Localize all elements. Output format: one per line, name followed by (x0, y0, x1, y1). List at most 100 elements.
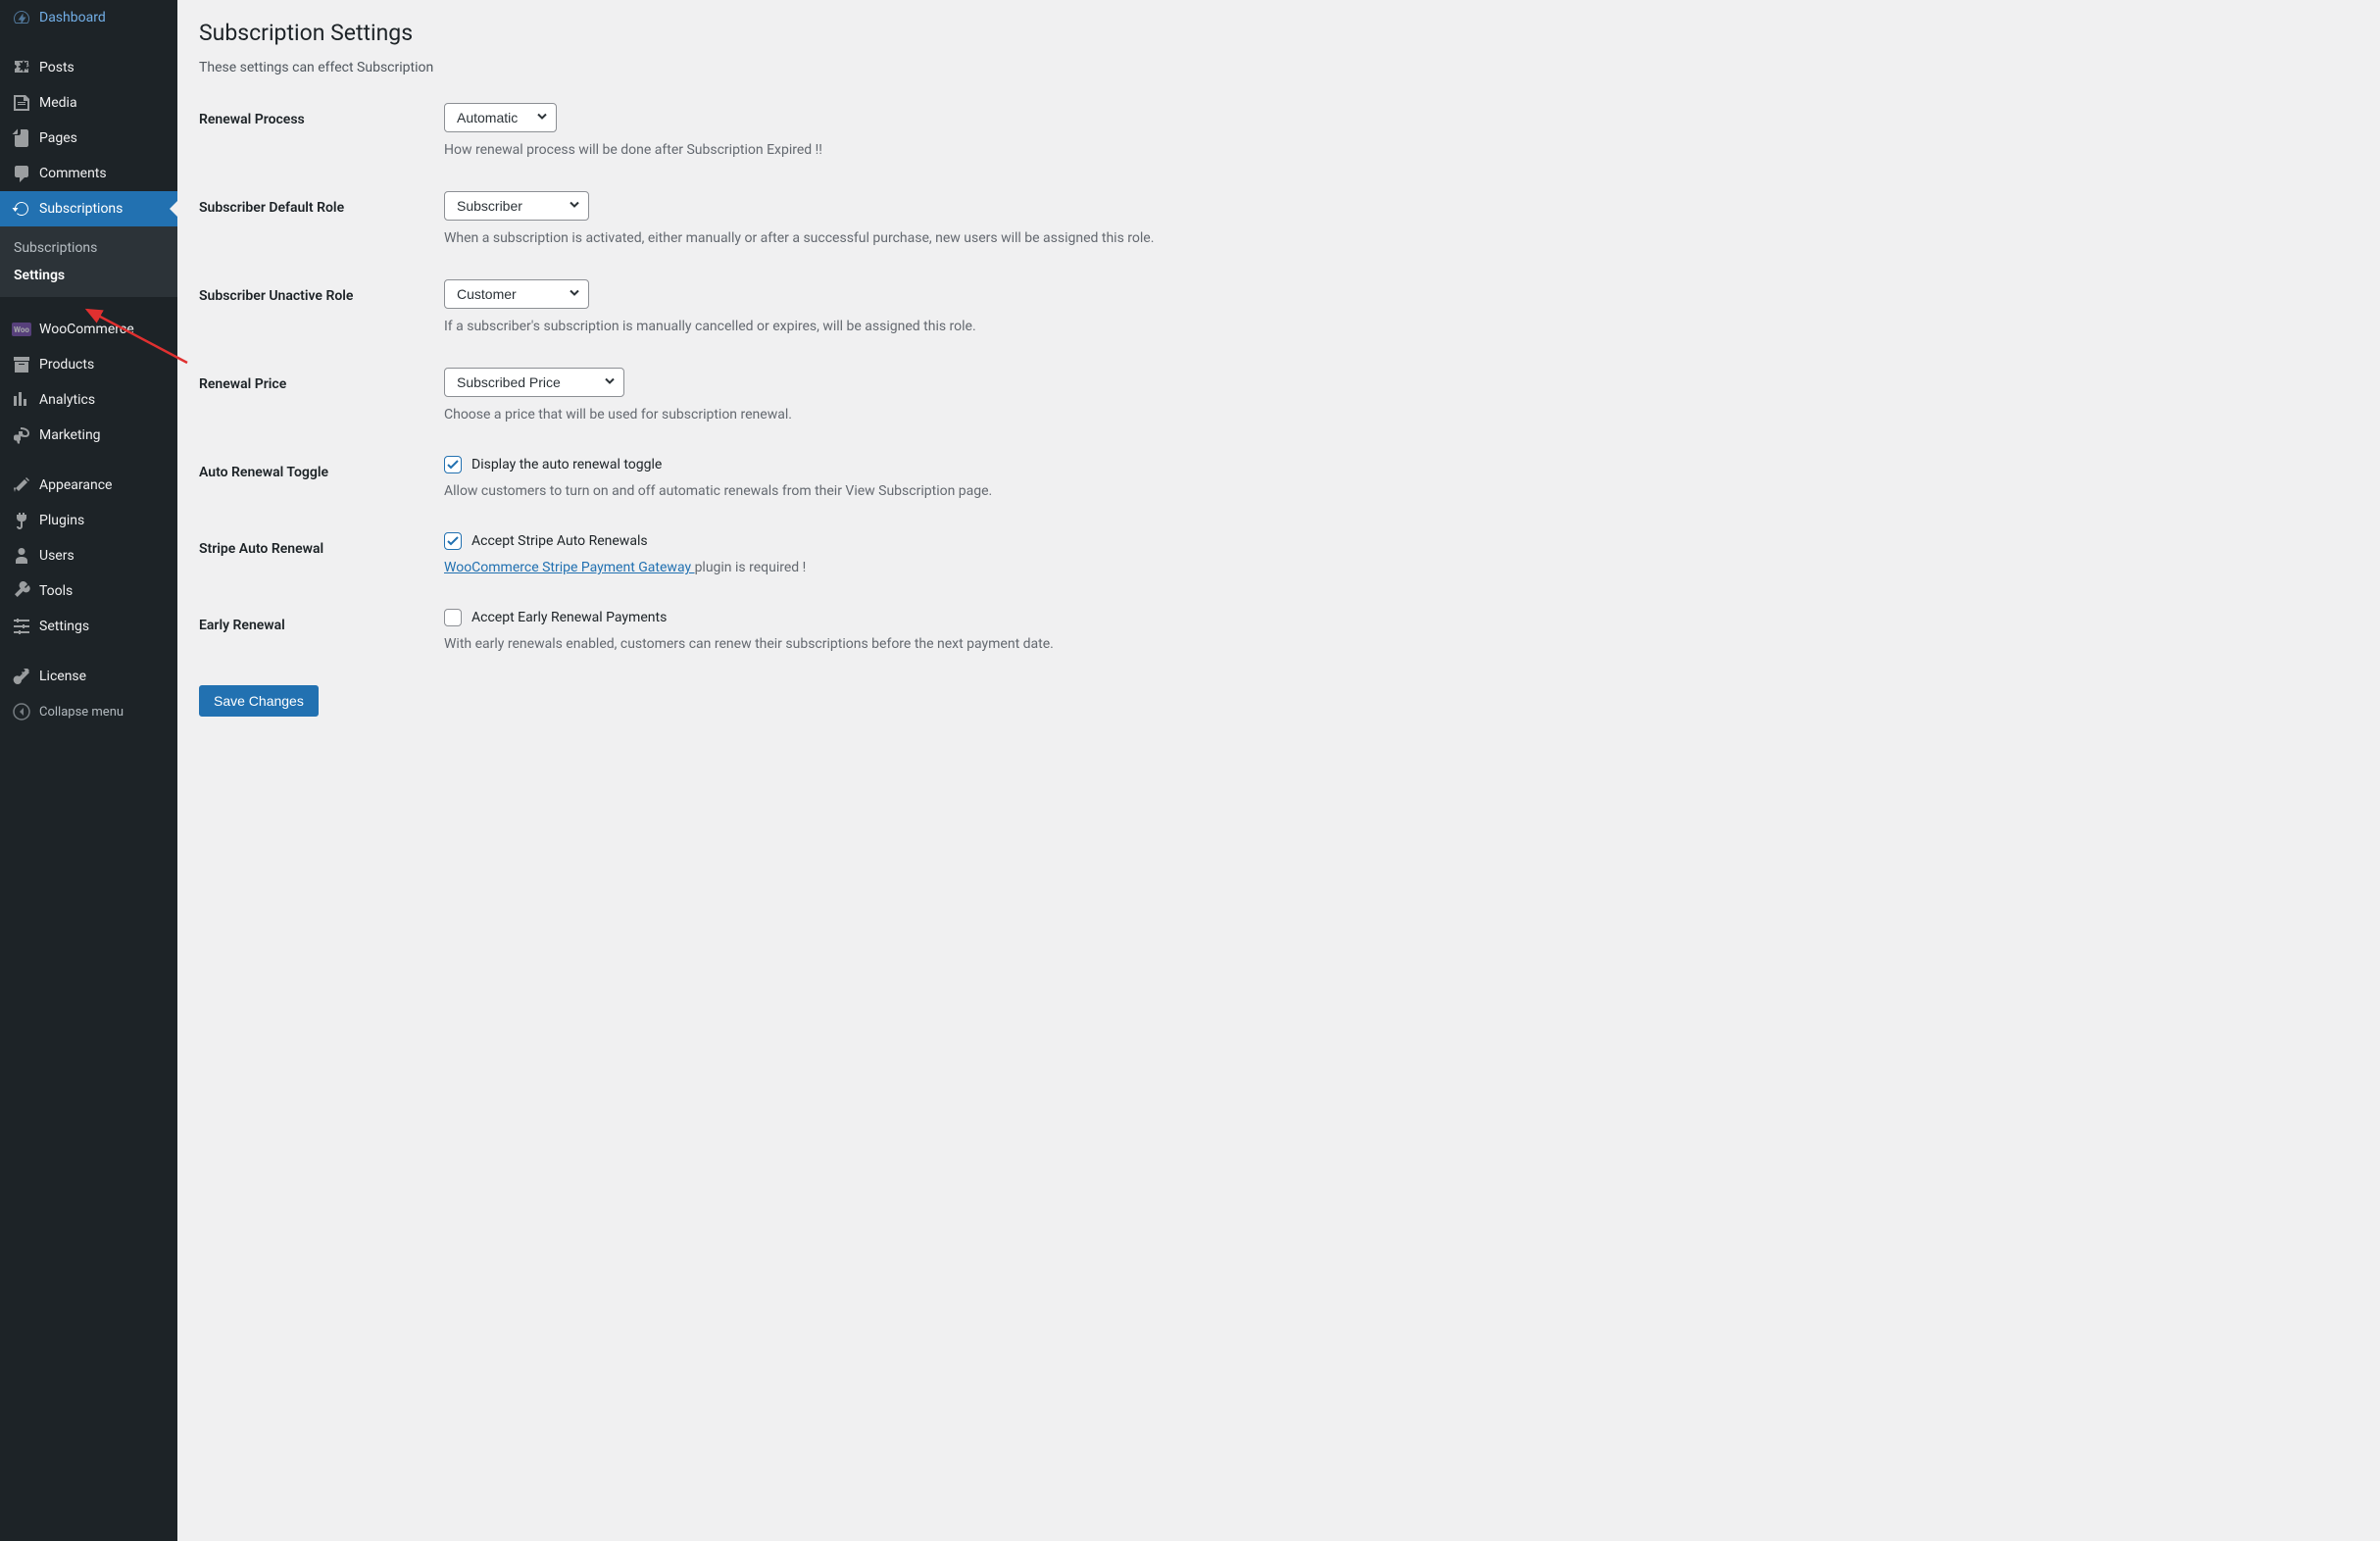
sidebar-item-marketing[interactable]: Marketing (0, 418, 177, 453)
early-renewal-description: With early renewals enabled, customers c… (444, 636, 2360, 652)
sidebar-separator (0, 40, 177, 45)
check-icon (446, 458, 460, 472)
sidebar-item-media[interactable]: Media (0, 85, 177, 121)
sidebar-item-label: Tools (39, 583, 73, 599)
field-unactive-role: Subscriber Unactive Role Customer If a s… (199, 279, 2360, 334)
sidebar-subitem-label: Subscriptions (14, 240, 97, 256)
plug-icon (12, 511, 31, 530)
archive-icon (12, 355, 31, 374)
field-early-renewal: Early Renewal Accept Early Renewal Payme… (199, 609, 2360, 652)
stripe-gateway-link[interactable]: WooCommerce Stripe Payment Gateway (444, 560, 695, 575)
renewal-price-label: Renewal Price (199, 376, 286, 392)
early-renewal-checkbox-label: Accept Early Renewal Payments (471, 610, 667, 625)
sidebar-item-users[interactable]: Users (0, 538, 177, 573)
sidebar-item-woocommerce[interactable]: Woo WooCommerce (0, 312, 177, 347)
wrench-icon (12, 581, 31, 601)
sidebar-item-label: Settings (39, 619, 89, 634)
renewal-price-description: Choose a price that will be used for sub… (444, 407, 2360, 423)
early-renewal-checkbox[interactable] (444, 609, 462, 626)
sidebar-separator (0, 649, 177, 654)
sidebar-item-label: Collapse menu (39, 705, 124, 720)
sidebar-item-subscriptions[interactable]: Subscriptions (0, 191, 177, 226)
field-renewal-process: Renewal Process Automatic How renewal pr… (199, 103, 2360, 158)
megaphone-icon (12, 425, 31, 445)
renewal-process-select[interactable]: Automatic (444, 103, 557, 132)
default-role-label: Subscriber Default Role (199, 200, 344, 216)
renewal-price-select[interactable]: Subscribed Price (444, 368, 624, 397)
field-default-role: Subscriber Default Role Subscriber When … (199, 191, 2360, 246)
sidebar-item-label: Analytics (39, 392, 95, 408)
sliders-icon (12, 617, 31, 636)
dashboard-icon (12, 8, 31, 27)
sidebar-item-label: Dashboard (39, 10, 106, 25)
sidebar-item-posts[interactable]: Posts (0, 50, 177, 85)
woo-badge: Woo (12, 323, 31, 336)
comments-icon (12, 164, 31, 183)
default-role-select[interactable]: Subscriber (444, 191, 589, 221)
auto-renewal-toggle-checkbox-label: Display the auto renewal toggle (471, 457, 662, 472)
stripe-auto-renewal-checkbox-label: Accept Stripe Auto Renewals (471, 533, 648, 549)
sidebar-item-label: Pages (39, 130, 77, 146)
unactive-role-label: Subscriber Unactive Role (199, 288, 353, 304)
early-renewal-label: Early Renewal (199, 618, 285, 633)
renewal-process-label: Renewal Process (199, 112, 305, 127)
main-content: Subscription Settings These settings can… (177, 0, 2380, 1541)
field-stripe-auto-renewal: Stripe Auto Renewal Accept Stripe Auto R… (199, 532, 2360, 575)
sidebar-subitem-label: Settings (14, 268, 65, 283)
sidebar-subitem-settings[interactable]: Settings (0, 262, 177, 289)
renewal-process-description: How renewal process will be done after S… (444, 142, 2360, 158)
brush-icon (12, 475, 31, 495)
media-icon (12, 93, 31, 113)
sidebar-item-pages[interactable]: Pages (0, 121, 177, 156)
sidebar-item-appearance[interactable]: Appearance (0, 468, 177, 503)
sidebar-item-label: Marketing (39, 427, 101, 443)
user-icon (12, 546, 31, 566)
stripe-auto-renewal-checkbox[interactable] (444, 532, 462, 550)
sidebar-item-products[interactable]: Products (0, 347, 177, 382)
sidebar-item-settings[interactable]: Settings (0, 609, 177, 644)
sidebar-item-tools[interactable]: Tools (0, 573, 177, 609)
sidebar-item-label: Products (39, 357, 94, 373)
sidebar-separator (0, 302, 177, 307)
sidebar-item-label: Plugins (39, 513, 84, 528)
sidebar-item-label: Users (39, 548, 74, 564)
sidebar-item-dashboard[interactable]: Dashboard (0, 0, 177, 35)
stripe-auto-renewal-description: WooCommerce Stripe Payment Gateway plugi… (444, 560, 2360, 575)
sidebar-item-label: Media (39, 95, 77, 111)
auto-renewal-toggle-checkbox[interactable] (444, 456, 462, 473)
stripe-description-end: plugin is required ! (695, 560, 807, 575)
sidebar-separator (0, 458, 177, 463)
sidebar-item-label: Posts (39, 60, 74, 75)
woo-icon: Woo (12, 320, 31, 339)
admin-sidebar: Dashboard Posts Media Pages Comments Sub… (0, 0, 177, 1541)
field-auto-renewal-toggle: Auto Renewal Toggle Display the auto ren… (199, 456, 2360, 499)
stripe-auto-renewal-label: Stripe Auto Renewal (199, 541, 323, 557)
page-subtitle: These settings can effect Subscription (199, 60, 2360, 75)
sidebar-item-label: WooCommerce (39, 322, 134, 337)
sidebar-item-comments[interactable]: Comments (0, 156, 177, 191)
field-renewal-price: Renewal Price Subscribed Price Choose a … (199, 368, 2360, 423)
refresh-icon (12, 199, 31, 219)
unactive-role-description: If a subscriber's subscription is manual… (444, 319, 2360, 334)
page-title: Subscription Settings (199, 14, 2360, 46)
sidebar-item-label: License (39, 669, 86, 684)
auto-renewal-toggle-label: Auto Renewal Toggle (199, 465, 328, 480)
sidebar-submenu: Subscriptions Settings (0, 226, 177, 297)
collapse-icon (12, 702, 31, 721)
save-changes-button[interactable]: Save Changes (199, 685, 319, 717)
check-icon (446, 534, 460, 548)
sidebar-item-analytics[interactable]: Analytics (0, 382, 177, 418)
sidebar-item-label: Comments (39, 166, 107, 181)
default-role-description: When a subscription is activated, either… (444, 230, 2360, 246)
sidebar-item-label: Subscriptions (39, 201, 123, 217)
pages-icon (12, 128, 31, 148)
sidebar-item-license[interactable]: License (0, 659, 177, 694)
sidebar-subitem-subscriptions[interactable]: Subscriptions (0, 234, 177, 262)
sidebar-item-collapse[interactable]: Collapse menu (0, 694, 177, 729)
sidebar-item-plugins[interactable]: Plugins (0, 503, 177, 538)
chart-bar-icon (12, 390, 31, 410)
unactive-role-select[interactable]: Customer (444, 279, 589, 309)
key-icon (12, 667, 31, 686)
auto-renewal-toggle-description: Allow customers to turn on and off autom… (444, 483, 2360, 499)
sidebar-item-label: Appearance (39, 477, 112, 493)
